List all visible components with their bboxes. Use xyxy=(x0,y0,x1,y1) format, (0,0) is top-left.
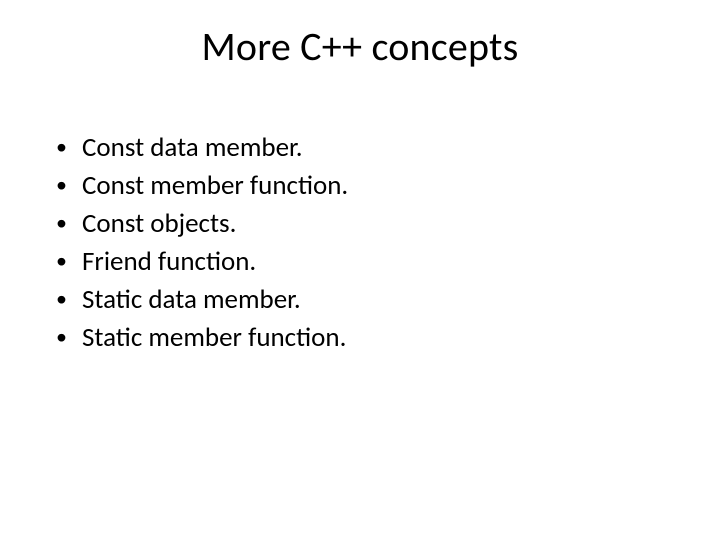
list-item: Static data member. xyxy=(50,282,650,318)
slide-body: Const data member. Const member function… xyxy=(50,130,650,357)
slide: More C++ concepts Const data member. Con… xyxy=(0,0,720,540)
bullet-list: Const data member. Const member function… xyxy=(50,130,650,355)
list-item: Const objects. xyxy=(50,206,650,242)
slide-title: More C++ concepts xyxy=(0,22,720,71)
list-item: Friend function. xyxy=(50,244,650,280)
list-item: Const data member. xyxy=(50,130,650,166)
list-item: Static member function. xyxy=(50,320,650,356)
list-item: Const member function. xyxy=(50,168,650,204)
